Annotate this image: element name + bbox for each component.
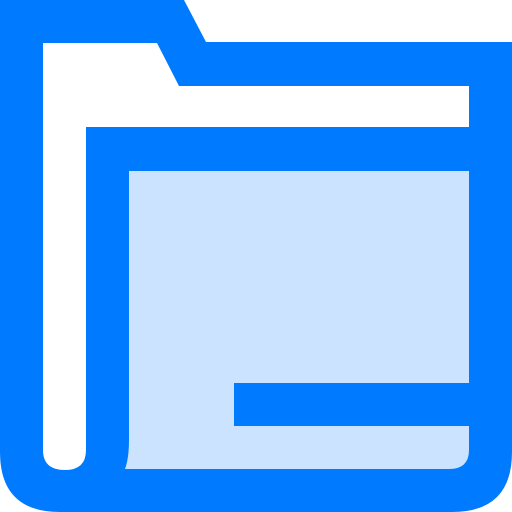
folder-icon — [0, 0, 512, 512]
folder-icon-container — [0, 0, 512, 512]
